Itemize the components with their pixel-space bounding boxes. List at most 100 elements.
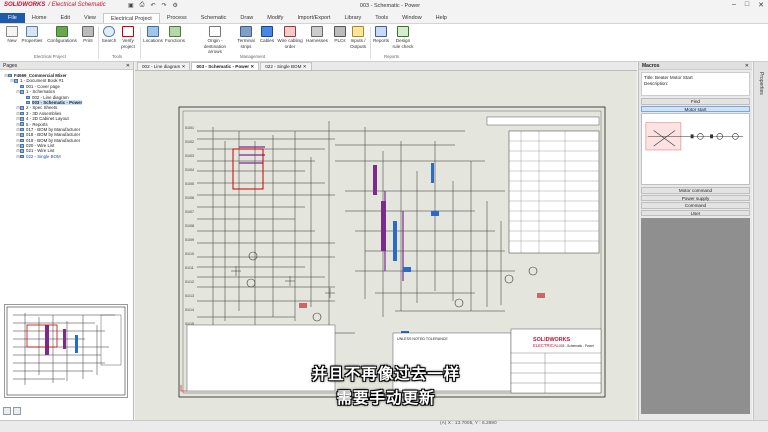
close-icon[interactable]: ✕	[126, 62, 130, 70]
menu-import-export[interactable]: Import/Export	[290, 13, 337, 23]
subtitle-line-2: 需要手动更新	[336, 389, 436, 407]
new-button[interactable]: New	[4, 26, 20, 44]
menu-file[interactable]: File	[0, 13, 25, 23]
tab-schematic-power[interactable]: 003 - Schematic - Power ✕	[191, 62, 260, 70]
menu-tools[interactable]: Tools	[368, 13, 395, 23]
print-icon[interactable]: ⎙	[140, 2, 145, 9]
tab-single-bom[interactable]: 022 - Single BOM ✕	[260, 62, 312, 70]
functions-icon	[169, 26, 181, 37]
verify-project-button[interactable]: Verify project	[118, 26, 138, 49]
tree-node[interactable]: ⊟ 022 - Single BOM	[4, 154, 133, 159]
terminal-strips-button[interactable]: Terminal strips	[236, 26, 256, 49]
pages-panel-header: Pages ✕	[0, 62, 133, 70]
macro-user-button[interactable]: User	[641, 209, 750, 216]
row-label: 01/13	[185, 294, 194, 298]
plcs-button[interactable]: PLCs	[332, 26, 348, 44]
page-thumbnail[interactable]	[4, 304, 128, 398]
row-label: 01/12	[185, 280, 194, 284]
macro-preview-drawing	[645, 122, 744, 151]
menu-draw[interactable]: Draw	[233, 13, 260, 23]
menu-edit[interactable]: Edit	[54, 13, 77, 23]
macro-description: Description:	[644, 81, 669, 86]
menu-electrical-project[interactable]: Electrical Project	[102, 13, 160, 23]
row-label: 01/01	[185, 126, 194, 130]
cursor-coordinates: (A) X : 13.7005, Y : 6.2690	[440, 421, 497, 426]
macro-empty-area	[641, 218, 750, 414]
title-block-sub: ELECTRICAL	[533, 343, 560, 348]
row-label: 01/03	[185, 154, 194, 158]
functions-button[interactable]: Functions	[164, 26, 186, 44]
macro-find-button[interactable]: Find	[641, 98, 750, 105]
menu-home[interactable]: Home	[25, 13, 54, 23]
row-label: 01/07	[185, 210, 194, 214]
properties-side-tab[interactable]: Properties	[753, 62, 768, 420]
minimize-icon[interactable]: –	[732, 1, 736, 9]
configurations-icon	[56, 26, 68, 37]
cables-button[interactable]: Cables	[258, 26, 276, 44]
save-icon[interactable]: ▣	[128, 2, 134, 9]
macros-panel: Macros ✕ Title: Beater Motor Start Descr…	[638, 62, 752, 420]
reports-button[interactable]: Reports	[372, 26, 390, 44]
properties-tab-label: Properties	[758, 72, 764, 95]
maximize-icon[interactable]: □	[745, 1, 749, 9]
menu-view[interactable]: View	[77, 13, 103, 23]
properties-button[interactable]: Properties	[20, 26, 44, 44]
print-button[interactable]: Print	[80, 26, 96, 44]
menu-help[interactable]: Help	[429, 13, 454, 23]
tab-line-diagram[interactable]: 002 - Line diagram ✕	[137, 62, 191, 70]
close-icon[interactable]: ✕	[758, 1, 764, 9]
design-rule-check-button[interactable]: Design rule check	[392, 26, 414, 49]
menu-window[interactable]: Window	[395, 13, 429, 23]
filter-icon[interactable]	[3, 407, 11, 415]
origin-destination-arrows-button[interactable]: Origin - destination arrows	[198, 26, 232, 55]
tolerance-note: UNLESS NOTED TOLERANCE	[397, 337, 448, 341]
macro-preview[interactable]	[641, 113, 750, 185]
harnesses-button[interactable]: Harnesses	[304, 26, 330, 44]
row-label: 01/05	[185, 182, 194, 186]
page-icon	[20, 133, 24, 137]
menu-schematic[interactable]: Schematic	[194, 13, 234, 23]
macro-info: Title: Beater Motor Start Description:	[641, 72, 750, 96]
row-label: 01/10	[185, 252, 194, 256]
macros-panel-title: Macros	[642, 63, 660, 69]
terminal-icon	[240, 26, 252, 37]
redo-icon[interactable]: ↷	[162, 2, 167, 9]
menu-library[interactable]: Library	[337, 13, 368, 23]
locations-button[interactable]: Locations	[142, 26, 164, 44]
row-label: 01/09	[185, 238, 194, 242]
search-icon	[103, 26, 115, 37]
macro-motor-start-button[interactable]: Motor start	[641, 105, 750, 112]
close-icon[interactable]: ✕	[745, 62, 749, 70]
macro-command-button[interactable]: Command	[641, 202, 750, 209]
wire-cabling-order-button[interactable]: Wire cabling order	[276, 26, 304, 49]
subtitle-line-1: 并且不再像过去一样	[311, 365, 461, 383]
menu-bar: File Home Edit View Electrical Project P…	[0, 13, 768, 24]
row-label: 01/04	[185, 168, 194, 172]
row-label: 01/02	[185, 140, 194, 144]
plc-icon	[334, 26, 346, 37]
book-icon	[20, 106, 24, 110]
cables-icon	[261, 26, 273, 37]
macro-power-supply-button[interactable]: Power supply	[641, 194, 750, 201]
properties-icon	[26, 26, 38, 37]
refresh-icon[interactable]	[13, 407, 21, 415]
tree-node-label: 022 - Single BOM	[26, 153, 61, 159]
menu-process[interactable]: Process	[160, 13, 194, 23]
search-button[interactable]: Search	[100, 26, 118, 44]
options-icon[interactable]: ⚙	[173, 2, 178, 9]
book-icon	[20, 122, 24, 126]
thumbnail-drawing	[6, 306, 126, 396]
ribbon: New Properties Configurations Print Elec…	[0, 24, 768, 62]
page-icon	[20, 127, 24, 132]
macro-motor-command-button[interactable]: Motor command	[641, 187, 750, 194]
page-icon	[20, 84, 24, 89]
configurations-button[interactable]: Configurations	[46, 26, 78, 44]
undo-icon[interactable]: ↶	[150, 2, 155, 9]
menu-modify[interactable]: Modify	[260, 13, 290, 23]
book-icon	[20, 117, 24, 121]
row-label: 01/14	[185, 308, 194, 312]
window-controls: – □ ✕	[732, 1, 764, 9]
inputs-outputs-button[interactable]: Inputs / Outputs	[348, 26, 368, 49]
row-label: 01/11	[185, 266, 194, 270]
pages-panel-title: Pages	[3, 63, 18, 69]
